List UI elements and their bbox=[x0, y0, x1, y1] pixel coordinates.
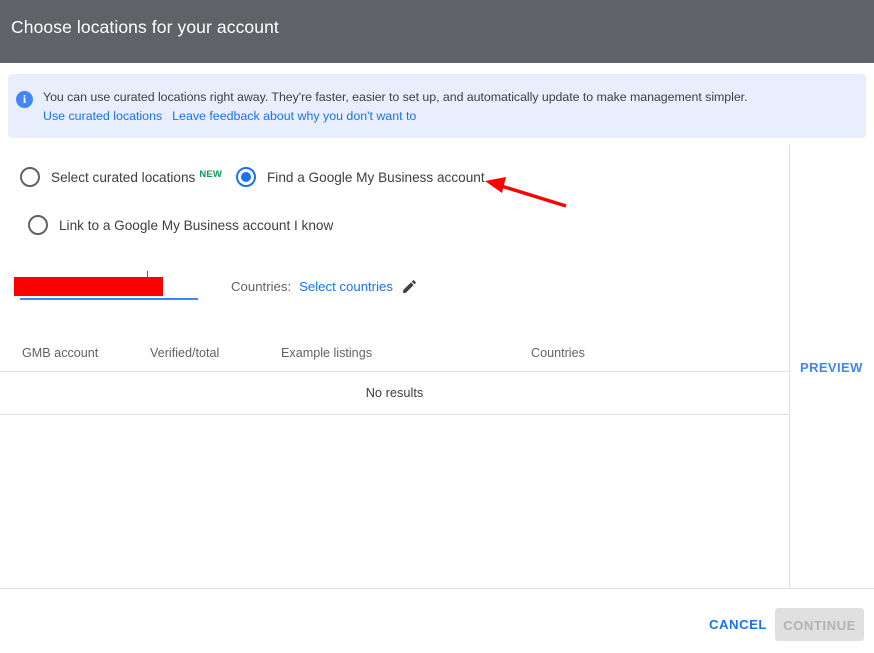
radio-button-find-gmb-account[interactable] bbox=[236, 167, 256, 187]
cancel-button[interactable]: CANCEL bbox=[700, 610, 776, 639]
pencil-icon[interactable] bbox=[401, 278, 418, 295]
preview-label[interactable]: PREVIEW bbox=[800, 360, 863, 375]
radio-button-link-gmb-account[interactable] bbox=[28, 215, 48, 235]
radio-button-select-curated-locations[interactable] bbox=[20, 167, 40, 187]
radio-label-text: Select curated locations bbox=[51, 170, 196, 185]
column-header-countries: Countries bbox=[531, 346, 585, 360]
select-countries-link[interactable]: Select countries bbox=[299, 279, 393, 294]
leave-feedback-link[interactable]: Leave feedback about why you don't want … bbox=[172, 109, 416, 123]
info-banner-message: You can use curated locations right away… bbox=[43, 90, 748, 104]
use-curated-locations-link[interactable]: Use curated locations bbox=[43, 109, 162, 123]
red-arrow-annotation-icon bbox=[485, 177, 567, 208]
radio-option-find-gmb-account[interactable]: Find a Google My Business account bbox=[236, 167, 485, 187]
page-title: Choose locations for your account bbox=[11, 17, 279, 37]
dialog-header: Choose locations for your account bbox=[0, 0, 874, 63]
radio-label-find-gmb-account: Find a Google My Business account bbox=[267, 169, 485, 185]
preview-pane-divider bbox=[789, 145, 790, 588]
footer-divider bbox=[0, 588, 874, 589]
no-results-message: No results bbox=[365, 385, 424, 400]
new-badge: NEW bbox=[199, 169, 223, 180]
column-header-example-listings: Example listings bbox=[281, 346, 372, 360]
radio-option-select-curated-locations[interactable]: Select curated locations NEW bbox=[20, 167, 222, 187]
countries-label: Countries: bbox=[231, 279, 292, 294]
radio-label-select-curated-locations: Select curated locations NEW bbox=[51, 169, 222, 185]
info-icon: i bbox=[16, 91, 33, 108]
results-table: GMB account Verified/total Example listi… bbox=[0, 332, 789, 415]
table-empty-row: No results bbox=[0, 372, 789, 415]
countries-selector: Countries: Select countries bbox=[231, 278, 418, 295]
info-banner: i You can use curated locations right aw… bbox=[8, 74, 866, 138]
radio-option-link-gmb-account[interactable]: Link to a Google My Business account I k… bbox=[28, 215, 333, 235]
column-header-verified-total: Verified/total bbox=[150, 346, 220, 360]
radio-label-link-gmb-account: Link to a Google My Business account I k… bbox=[59, 217, 334, 233]
continue-button: CONTINUE bbox=[775, 608, 864, 641]
info-banner-links: Use curated locations Leave feedback abou… bbox=[43, 109, 416, 123]
table-header-row: GMB account Verified/total Example listi… bbox=[0, 332, 789, 372]
redaction-overlay bbox=[14, 277, 163, 296]
column-header-gmb-account: GMB account bbox=[22, 346, 99, 360]
input-underline bbox=[20, 298, 198, 300]
